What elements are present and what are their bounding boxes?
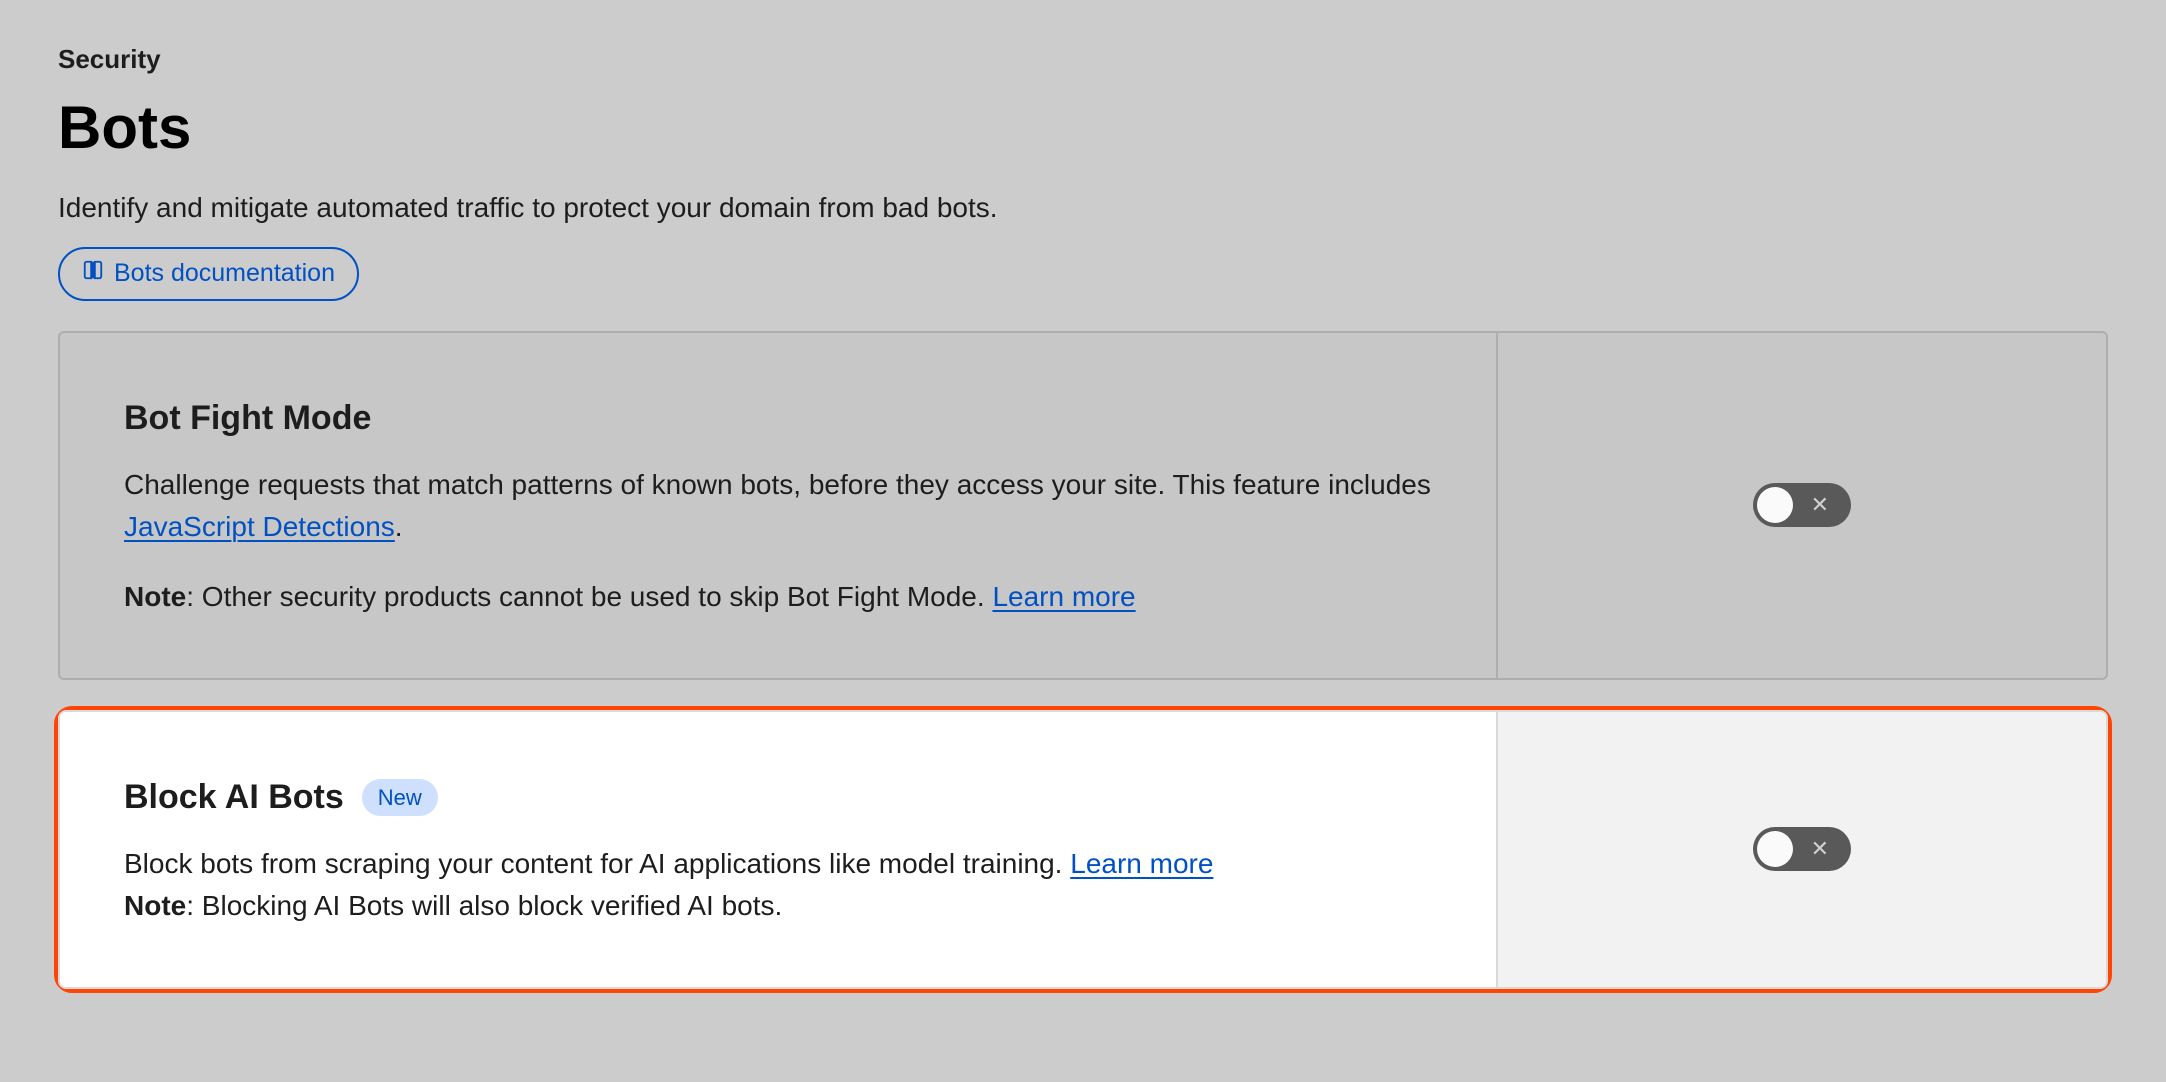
bot-fight-mode-content: Bot Fight Mode Challenge requests that m…: [60, 333, 1498, 678]
block-ai-bots-toggle[interactable]: ✕: [1753, 827, 1851, 871]
toggle-knob: [1757, 487, 1793, 523]
x-icon: ✕: [1811, 838, 1829, 860]
block-ai-bots-learn-more-link[interactable]: Learn more: [1070, 848, 1213, 879]
bot-fight-mode-title: Bot Fight Mode: [124, 393, 1436, 444]
bots-documentation-link[interactable]: Bots documentation: [58, 247, 359, 301]
block-ai-bots-toggle-area: ✕: [1498, 712, 2106, 987]
javascript-detections-link[interactable]: JavaScript Detections: [124, 511, 395, 542]
bot-fight-mode-card: Bot Fight Mode Challenge requests that m…: [58, 331, 2108, 680]
page-title: Bots: [58, 83, 2108, 173]
bot-fight-mode-toggle[interactable]: ✕: [1753, 483, 1851, 527]
bot-fight-mode-toggle-area: ✕: [1498, 333, 2106, 678]
block-ai-bots-title: Block AI Bots New: [124, 772, 1436, 823]
new-badge: New: [362, 779, 438, 816]
book-icon: [82, 255, 104, 293]
block-ai-bots-description: Block bots from scraping your content fo…: [124, 843, 1436, 927]
bots-settings-page: Security Bots Identify and mitigate auto…: [0, 0, 2166, 1029]
page-subtitle: Identify and mitigate automated traffic …: [58, 187, 2108, 229]
toggle-knob: [1757, 831, 1793, 867]
bot-fight-mode-note: Note: Other security products cannot be …: [124, 576, 1436, 618]
block-ai-bots-content: Block AI Bots New Block bots from scrapi…: [60, 712, 1498, 987]
breadcrumb: Security: [58, 40, 2108, 79]
x-icon: ✕: [1811, 494, 1829, 516]
block-ai-bots-highlight: Block AI Bots New Block bots from scrapi…: [58, 710, 2108, 989]
bot-fight-mode-learn-more-link[interactable]: Learn more: [992, 581, 1135, 612]
block-ai-bots-card: Block AI Bots New Block bots from scrapi…: [58, 710, 2108, 989]
bot-fight-mode-description: Challenge requests that match patterns o…: [124, 464, 1436, 548]
bots-documentation-label: Bots documentation: [114, 255, 335, 293]
